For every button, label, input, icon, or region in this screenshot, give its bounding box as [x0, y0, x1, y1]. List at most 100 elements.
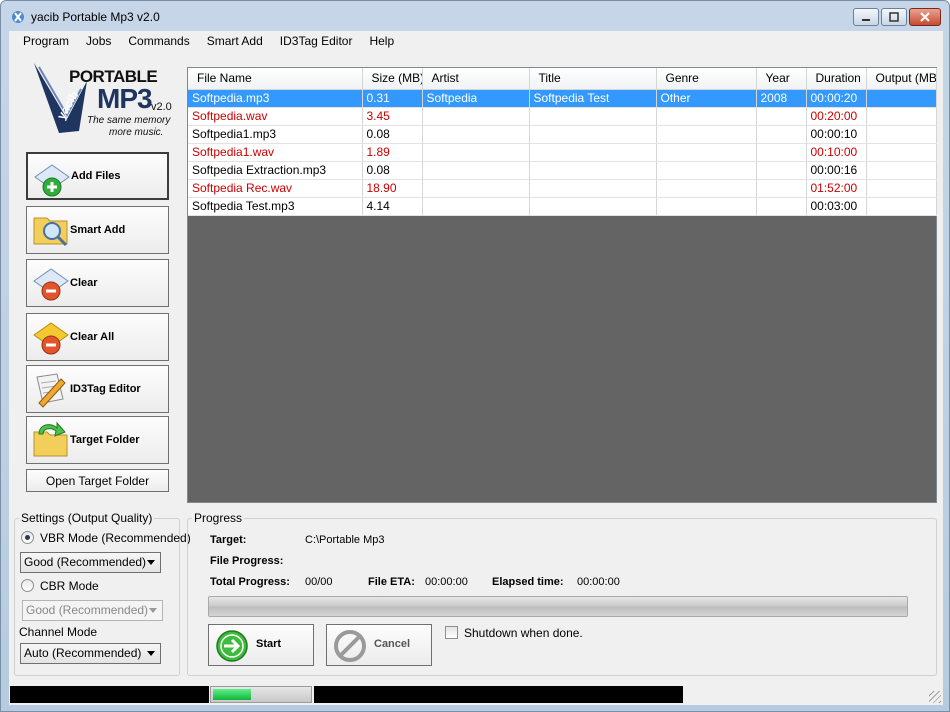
- add-files-button[interactable]: Add Files: [26, 152, 169, 200]
- menu-help[interactable]: Help: [361, 31, 402, 51]
- file-list[interactable]: File Name Size (MB) Artist Title Genre Y…: [187, 67, 937, 503]
- shutdown-checkbox[interactable]: [445, 626, 458, 639]
- id3tag-editor-button[interactable]: ID3Tag Editor: [26, 365, 169, 413]
- cell-title: [529, 197, 657, 216]
- start-button[interactable]: Start: [208, 624, 314, 666]
- window-title: yacib Portable Mp3 v2.0: [31, 10, 160, 24]
- cell-duration: 00:20:00: [806, 107, 867, 126]
- cell-year: [756, 197, 807, 216]
- table-row[interactable]: Softpedia1.wav 1.89 00:10:00: [188, 143, 937, 162]
- minimize-button[interactable]: [853, 8, 879, 26]
- channel-mode-value: Auto (Recommended): [24, 646, 142, 660]
- total-progress-bar: [208, 596, 908, 617]
- cell-size: 18.90: [362, 179, 423, 198]
- cell-title: [529, 125, 657, 144]
- clear-all-button[interactable]: Clear All: [26, 313, 169, 361]
- cell-duration: 00:00:20: [806, 89, 867, 108]
- cbr-mode-radio[interactable]: [21, 579, 34, 592]
- cell-year: [756, 143, 807, 162]
- vbr-mode-radio[interactable]: [21, 531, 34, 544]
- cell-output: [866, 197, 937, 216]
- column-title[interactable]: Title: [529, 68, 657, 90]
- file-table: File Name Size (MB) Artist Title Genre Y…: [188, 68, 937, 216]
- menu-program[interactable]: Program: [15, 31, 77, 51]
- chevron-down-icon: [147, 651, 155, 656]
- menu-bar: Program Jobs Commands Smart Add ID3Tag E…: [9, 31, 943, 51]
- cell-file: Softpedia.mp3: [188, 89, 363, 108]
- table-row[interactable]: Softpedia Rec.wav 18.90 01:52:00: [188, 179, 937, 198]
- smart-add-button[interactable]: Smart Add: [26, 206, 169, 254]
- cancel-icon: [334, 630, 366, 662]
- cell-title: [529, 107, 657, 126]
- table-row[interactable]: Softpedia.mp3 0.31 Softpedia Softpedia Test…: [188, 89, 937, 108]
- target-folder-button[interactable]: Target Folder: [26, 416, 169, 464]
- menu-jobs[interactable]: Jobs: [78, 31, 119, 51]
- app-window: yacib Portable Mp3 v2.0 Program Jobs Com…: [0, 0, 950, 712]
- cbr-quality-value: Good (Recommended): [26, 603, 149, 617]
- column-duration[interactable]: Duration: [806, 68, 867, 90]
- elapsed-time-value: 00:00:00: [577, 576, 620, 588]
- cell-title: [529, 179, 657, 198]
- cell-output: [866, 143, 937, 162]
- cell-artist: [422, 179, 530, 198]
- logo-tagline-2: more music.: [109, 127, 164, 138]
- cell-size: 4.14: [362, 197, 423, 216]
- maximize-button[interactable]: [881, 8, 907, 26]
- column-file-name[interactable]: File Name: [188, 68, 363, 90]
- cell-output: [866, 179, 937, 198]
- cell-duration: 00:00:10: [806, 125, 867, 144]
- close-icon: [920, 12, 930, 22]
- start-arrow-icon: [216, 630, 248, 662]
- status-panel-left: [10, 686, 209, 703]
- client-area: Program Jobs Commands Smart Add ID3Tag E…: [9, 31, 943, 705]
- cancel-button[interactable]: Cancel: [326, 624, 432, 666]
- status-bar: [9, 685, 943, 705]
- file-eta-value: 00:00:00: [425, 576, 468, 588]
- logo-tagline-1: The same memory: [87, 115, 171, 126]
- cell-title: Softpedia Test: [529, 89, 657, 108]
- column-genre[interactable]: Genre: [656, 68, 757, 90]
- table-row[interactable]: Softpedia Extraction.mp3 0.08 00:00:16: [188, 161, 937, 180]
- column-output[interactable]: Output (MB): [866, 68, 937, 90]
- resize-grip-icon[interactable]: [929, 691, 941, 703]
- table-row[interactable]: Softpedia1.mp3 0.08 00:00:10: [188, 125, 937, 144]
- menu-commands[interactable]: Commands: [120, 31, 197, 51]
- cell-artist: [422, 143, 530, 162]
- cell-output: [866, 89, 937, 108]
- close-button[interactable]: [909, 8, 941, 26]
- cell-artist: [422, 161, 530, 180]
- cell-output: [866, 161, 937, 180]
- cell-duration: 00:03:00: [806, 197, 867, 216]
- cell-file: Softpedia Extraction.mp3: [188, 161, 363, 180]
- clear-button[interactable]: Clear: [26, 259, 169, 307]
- vbr-quality-value: Good (Recommended): [24, 555, 147, 569]
- cell-year: [756, 125, 807, 144]
- file-eta-label: File ETA:: [368, 576, 415, 588]
- title-bar[interactable]: yacib Portable Mp3 v2.0: [1, 1, 949, 31]
- cell-file: Softpedia1.wav: [188, 143, 363, 162]
- cell-genre: [656, 161, 757, 180]
- logo-text-mp3: MP3: [97, 83, 153, 114]
- table-row[interactable]: Softpedia Test.mp3 4.14 00:03:00: [188, 197, 937, 216]
- cell-year: 2008: [756, 89, 807, 108]
- cell-title: [529, 161, 657, 180]
- column-artist[interactable]: Artist: [422, 68, 530, 90]
- column-size[interactable]: Size (MB): [362, 68, 423, 90]
- cell-size: 0.31: [362, 89, 423, 108]
- vbr-mode-label: VBR Mode (Recommended): [40, 531, 191, 545]
- cell-genre: [656, 179, 757, 198]
- table-row[interactable]: Softpedia.wav 3.45 00:20:00: [188, 107, 937, 126]
- file-progress-label: File Progress:: [210, 555, 284, 567]
- open-target-folder-button[interactable]: Open Target Folder: [26, 469, 169, 492]
- cell-genre: [656, 143, 757, 162]
- cbr-quality-select: Good (Recommended): [22, 600, 163, 621]
- menu-id3tag-editor[interactable]: ID3Tag Editor: [272, 31, 361, 51]
- menu-smart-add[interactable]: Smart Add: [199, 31, 271, 51]
- vbr-quality-select[interactable]: Good (Recommended): [20, 552, 161, 573]
- cell-artist: [422, 125, 530, 144]
- cell-year: [756, 161, 807, 180]
- column-year[interactable]: Year: [756, 68, 807, 90]
- cell-title: [529, 143, 657, 162]
- cell-artist: [422, 107, 530, 126]
- channel-mode-select[interactable]: Auto (Recommended): [20, 643, 161, 664]
